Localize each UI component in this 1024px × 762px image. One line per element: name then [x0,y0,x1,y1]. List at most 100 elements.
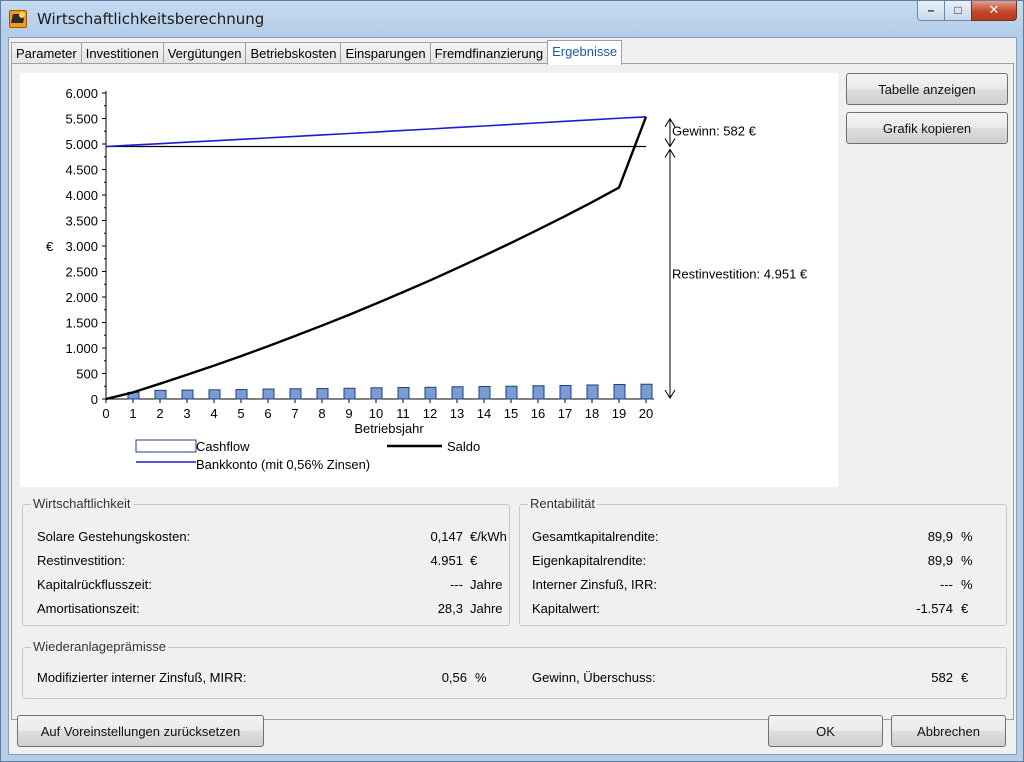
unit-kapitalwert: € [961,601,969,616]
unit-restinvestition: € [470,553,478,568]
y-tick-label: 2.000 [65,290,98,305]
tab-investitionen[interactable]: Investitionen [80,42,164,64]
unit-kapitalrueckflusszeit: Jahre [470,577,503,592]
x-tick-label: 11 [396,406,410,421]
y-axis-label: € [46,239,54,254]
x-tick-label: 6 [264,406,271,421]
label-kapitalrueckflusszeit: Kapitalrückflusszeit: [37,577,152,592]
y-tick-label: 500 [76,367,98,382]
value-gestehungskosten: 0,147 [430,529,463,544]
cashflow-bar [154,389,167,400]
cashflow-bar [235,389,248,400]
cancel-button[interactable]: Abbrechen [891,715,1006,747]
legend-label-bankkonto: Bankkonto (mit 0,56% Zinsen) [196,457,370,472]
restinvestition-annotation-label: Restinvestition: 4.951 € [672,267,808,282]
y-tick-label: 4.500 [65,163,98,178]
unit-irr: % [961,577,973,592]
x-tick-label: 13 [450,406,464,421]
minimize-button[interactable]: – [917,1,945,21]
value-mirr: 0,56 [441,670,467,685]
value-gewinn: 582 [931,670,953,685]
tab-strip: Parameter Investitionen Vergütungen Betr… [11,40,623,65]
unit-gesamtkapitalrendite: % [961,529,973,544]
tab-parameter[interactable]: Parameter [11,42,82,64]
label-gestehungskosten: Solare Gestehungskosten: [37,529,191,544]
group-rentabilitaet: Rentabilität Gesamtkapitalrendite: 89,9 … [519,496,1007,626]
x-tick-label: 7 [291,406,298,421]
tab-ergebnisse[interactable]: Ergebnisse [547,40,623,65]
close-button[interactable]: ✕ [971,1,1017,21]
value-amortisationszeit: 28,3 [437,601,463,616]
cashflow-bar [262,388,275,400]
ok-button[interactable]: OK [768,715,883,747]
x-tick-label: 9 [345,406,352,421]
copy-chart-button[interactable]: Grafik kopieren [846,112,1008,144]
value-eigenkapitalrendite: 89,9 [927,553,953,568]
maximize-icon: □ [954,3,962,17]
value-kapitalwert: -1.574 [916,601,953,616]
x-tick-label: 20 [639,406,653,421]
legend-label-saldo: Saldo [447,439,480,454]
dialog-window: Wirtschaftlichkeitsberechnung – □ ✕ Para… [0,0,1024,762]
x-tick-label: 14 [477,406,491,421]
y-tick-label: 1.000 [65,341,98,356]
value-irr: --- [940,577,953,592]
close-icon: ✕ [988,2,1000,17]
show-table-button[interactable]: Tabelle anzeigen [846,73,1008,105]
label-eigenkapitalrendite: Eigenkapitalrendite: [532,553,647,568]
y-tick-label: 1.500 [65,316,98,331]
tab-einsparungen[interactable]: Einsparungen [340,42,431,64]
cashflow-bar [289,388,302,400]
cashflow-bar [208,389,221,400]
x-axis-label: Betriebsjahr [354,421,424,436]
cashflow-bar [532,385,545,400]
x-tick-label: 17 [558,406,572,421]
tab-fremdfinanzierung[interactable]: Fremdfinanzierung [429,42,549,64]
x-tick-label: 16 [531,406,545,421]
x-tick-label: 8 [318,406,325,421]
x-tick-label: 3 [183,406,190,421]
label-irr: Interner Zinsfuß, IRR: [532,577,657,592]
tab-verguetungen[interactable]: Vergütungen [162,42,247,64]
group-wiederanlage: Wiederanlageprämisse Modifizierter inter… [22,639,1007,699]
x-tick-label: 4 [210,406,217,421]
y-tick-label: 2.500 [65,265,98,280]
y-tick-label: 3.000 [65,239,98,254]
x-tick-label: 19 [612,406,626,421]
y-tick-label: 5.000 [65,137,98,152]
unit-gestehungskosten: €/kWh [470,529,507,544]
label-restinvestition: Restinvestition: [37,553,126,568]
window-title: Wirtschaftlichkeitsberechnung [37,10,265,28]
group-title-wiederanlage: Wiederanlageprämisse [31,639,168,654]
group-title-wirtschaftlichkeit: Wirtschaftlichkeit [31,496,133,511]
cashflow-bar [343,387,356,400]
reset-defaults-button[interactable]: Auf Voreinstellungen zurücksetzen [17,715,264,747]
y-tick-label: 6.000 [65,86,98,101]
legend-swatch-cashflow [135,439,197,453]
saldo-line [105,116,648,401]
value-kapitalrueckflusszeit: --- [450,577,463,592]
cashflow-bar [640,383,653,400]
unit-eigenkapitalrendite: % [961,553,973,568]
cashflow-bar [424,386,437,400]
cashflow-bar [613,383,626,400]
cashflow-bar [505,385,518,400]
x-tick-label: 12 [423,406,437,421]
x-tick-label: 5 [237,406,244,421]
cashflow-bar [559,384,572,400]
label-gewinn: Gewinn, Überschuss: [532,670,656,685]
title-bar[interactable]: Wirtschaftlichkeitsberechnung – □ ✕ [1,1,1023,37]
label-mirr: Modifizierter interner Zinsfuß, MIRR: [37,670,247,685]
tab-betriebskosten[interactable]: Betriebskosten [245,42,342,64]
app-icon [9,10,27,28]
x-tick-label: 0 [102,406,109,421]
cashflow-bar [478,386,491,400]
y-tick-label: 0 [91,392,98,407]
x-tick-label: 10 [369,406,383,421]
maximize-button[interactable]: □ [944,1,972,21]
x-tick-label: 2 [156,406,163,421]
unit-amortisationszeit: Jahre [470,601,503,616]
cashflow-bar [397,387,410,400]
gewinn-annotation-label: Gewinn: 582 € [672,124,757,139]
chart-svg: 0 500 1.000 1.500 2.000 2.500 3.000 3.500 4.000 4… [46,86,808,472]
